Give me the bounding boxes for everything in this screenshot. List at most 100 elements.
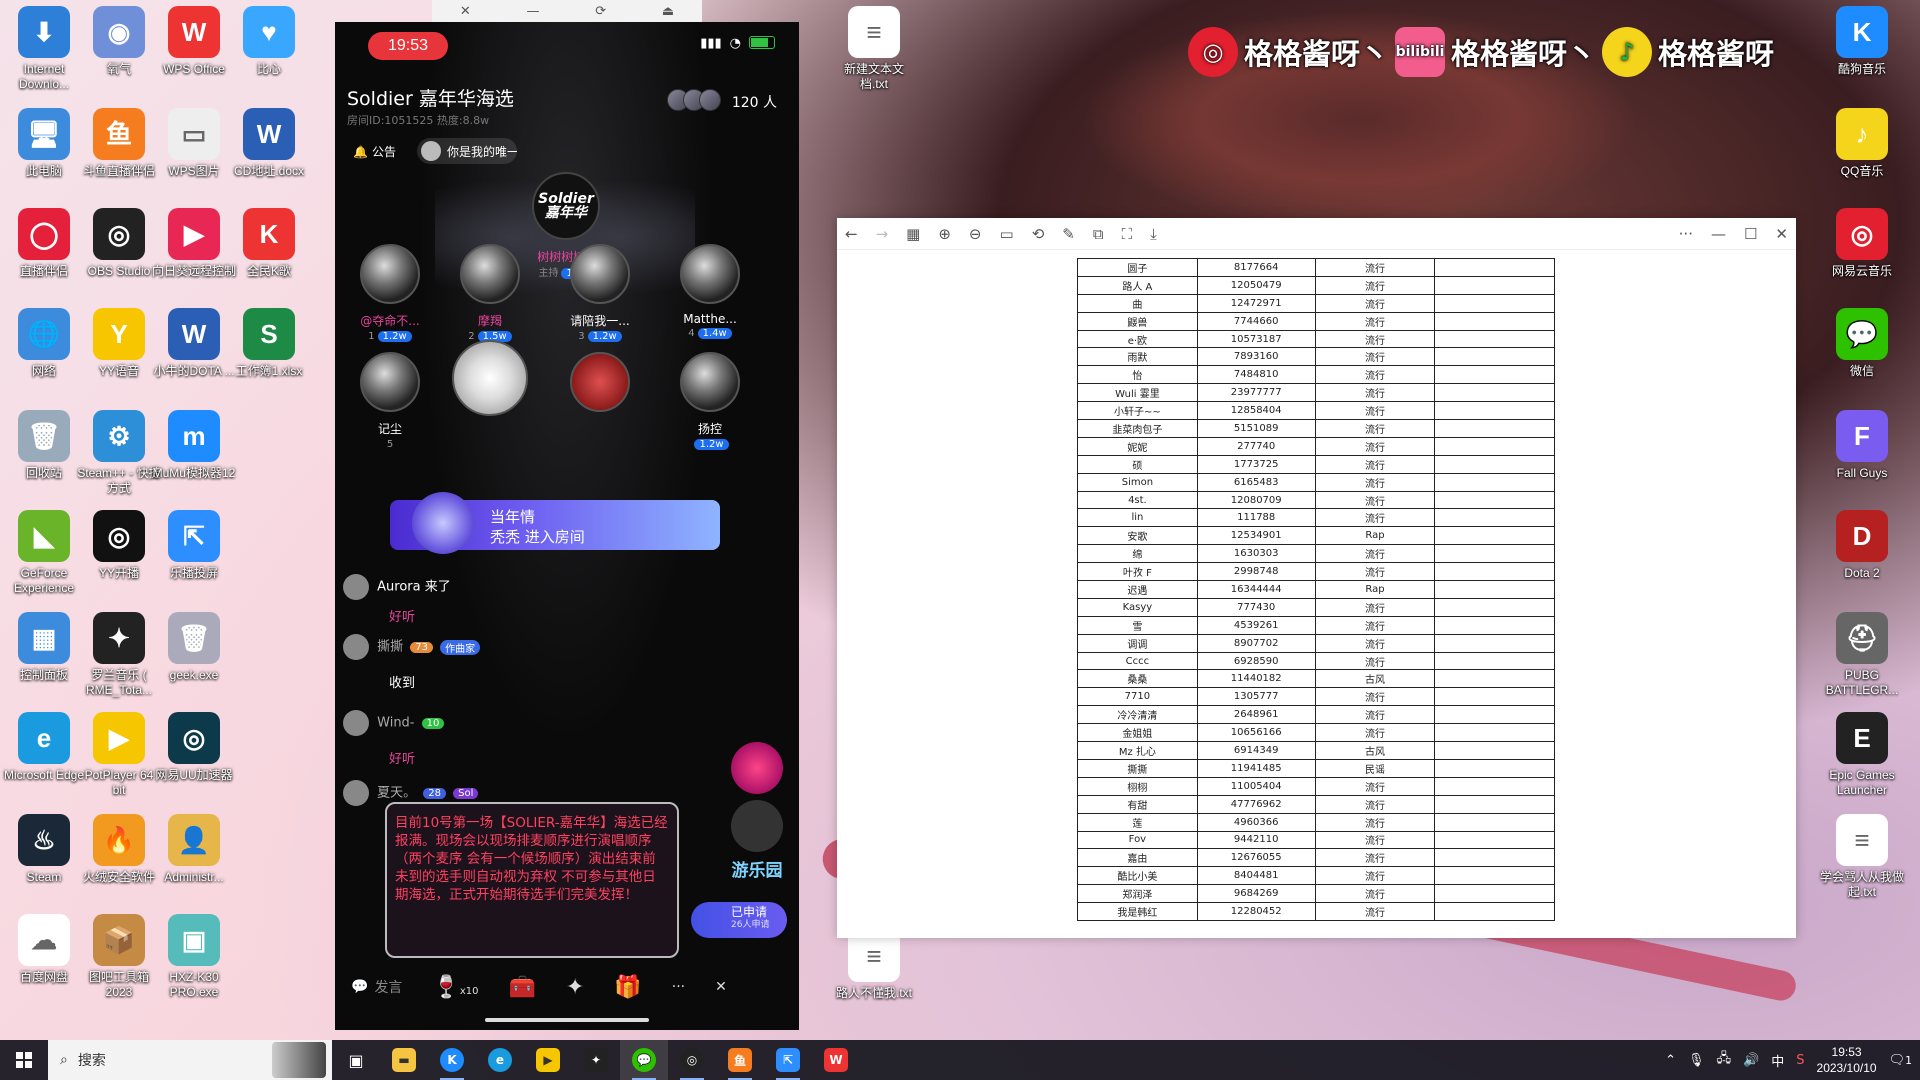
gift-combo-icon[interactable]: 🍷x10 (432, 975, 478, 1000)
zoom-in-icon[interactable]: ⊕ (938, 225, 951, 243)
mic-seat[interactable]: 摩羯 2 1.5w (435, 244, 545, 342)
close-icon[interactable]: ✕ (715, 979, 727, 995)
desktop-icon[interactable]: Y YY语音 (77, 308, 161, 379)
notification-icon[interactable]: 🗨1 (1889, 1053, 1912, 1068)
desktop-icon[interactable]: ≡ 路人不懂我.txt (832, 930, 916, 1001)
desktop-icon[interactable]: ▶ 向日葵远程控制 (152, 208, 236, 279)
potplayer-taskbar-icon[interactable]: ▶ (524, 1040, 572, 1080)
obs-taskbar-icon[interactable]: ◎ (668, 1040, 716, 1080)
desktop-icon[interactable]: F Fall Guys (1820, 410, 1904, 481)
desktop-icon[interactable]: ⚙ Steam++ - 快捷方式 (77, 410, 161, 496)
treasure-icon[interactable]: 🧰 (509, 975, 536, 1000)
desktop-icon[interactable]: W CD地址.docx (227, 108, 311, 179)
grid-view-icon[interactable]: ▦ (906, 225, 920, 243)
crop-icon[interactable]: ⛶ (1122, 225, 1133, 243)
desktop-icon[interactable]: S 工作簿1.xlsx (227, 308, 311, 379)
desktop-icon[interactable]: ◎ 网易云音乐 (1820, 208, 1904, 279)
avatar[interactable] (460, 244, 520, 304)
copy-icon[interactable]: ⧉ (1093, 225, 1104, 243)
desktop-icon[interactable]: 📦 图吧工具箱2023 (77, 914, 161, 1000)
douyu-taskbar-icon[interactable]: 鱼 (716, 1040, 764, 1080)
rotate-icon[interactable]: ⟳ (595, 4, 606, 19)
minimize-icon[interactable]: — (526, 4, 539, 19)
rme-taskbar-icon[interactable]: ✦ (572, 1040, 620, 1080)
close-icon[interactable]: ✕ (460, 4, 471, 19)
back-icon[interactable]: ← (845, 225, 858, 243)
maximize-icon[interactable]: ☐ (1744, 225, 1757, 243)
rotate-icon[interactable]: ⟲ (1032, 225, 1045, 243)
tray-expand-icon[interactable]: ⌃ (1665, 1053, 1676, 1068)
minimize-icon[interactable]: — (1711, 225, 1726, 243)
desktop-icon[interactable]: ✦ 罗兰音乐 ( RME_Tota... (77, 612, 161, 698)
clock[interactable]: 19:53 2023/10/10 (1817, 1044, 1877, 1076)
save-icon[interactable]: ⤓ (1150, 225, 1157, 243)
task-view-button[interactable]: ▣ (332, 1040, 380, 1080)
gift-icon[interactable]: 🎁 (614, 975, 641, 1000)
desktop-icon[interactable]: ◉ 氧气 (77, 6, 161, 77)
desktop-icon[interactable]: K 全民K歌 (227, 208, 311, 279)
desktop-icon[interactable]: ◎ 网易UU加速器 (152, 712, 236, 783)
zoom-out-icon[interactable]: ⊖ (969, 225, 982, 243)
desktop-icon[interactable]: ⬇ Internet Downlo... (2, 6, 86, 92)
desktop-icon[interactable]: ▦ 控制面板 (2, 612, 86, 683)
wechat-taskbar-icon[interactable]: 💬 (620, 1040, 668, 1080)
avatar[interactable] (570, 352, 630, 412)
desktop-icon[interactable]: E Epic Games Launcher (1820, 712, 1904, 798)
avatar[interactable] (360, 244, 420, 304)
desktop-icon[interactable]: 🖥 此电脑 (2, 108, 86, 179)
avatar[interactable] (343, 710, 369, 736)
antivirus-icon[interactable]: S (1796, 1053, 1804, 1068)
desktop-icon[interactable]: ♥ 比心 (227, 6, 311, 77)
edit-icon[interactable]: ✎ (1062, 225, 1075, 243)
forward-icon[interactable]: → (876, 225, 889, 243)
send-message-button[interactable]: 💬 发言 (351, 977, 402, 997)
desktop-icon[interactable]: ☁ 百度网盘 (2, 914, 86, 985)
desktop-icon[interactable]: ♪ QQ音乐 (1820, 108, 1904, 179)
desktop-icon[interactable]: ▣ HXZ-K30 PRO.exe (152, 914, 236, 1000)
desktop-icon[interactable]: ◯ 直播伴侣 (2, 208, 86, 279)
mic-seat[interactable] (435, 340, 545, 416)
desktop-icon[interactable]: ≡ 学会骂人从我做起.txt (1820, 814, 1904, 900)
avatar[interactable] (343, 780, 369, 806)
mic-seat[interactable]: 记尘 5 (335, 352, 445, 450)
now-playing-chip[interactable]: 你是我的唯一 (417, 138, 517, 164)
close-icon[interactable]: ✕ (1775, 225, 1788, 243)
viewer-avatars[interactable] (667, 89, 721, 111)
more-icon[interactable]: ··· (1679, 225, 1693, 243)
avatar[interactable] (343, 634, 369, 660)
mic-seat[interactable]: 扬控 1.2w (655, 352, 765, 450)
fit-icon[interactable]: ▭ (1000, 225, 1014, 243)
event-icon[interactable] (731, 742, 783, 794)
desktop-icon[interactable]: ♨ Steam (2, 814, 86, 885)
desktop-icon[interactable]: m MuMu模拟器12 (152, 410, 236, 481)
mic-seat[interactable]: Matthe... 4 1.4w (655, 244, 765, 339)
desktop-icon[interactable]: 🗑 回收站 (2, 410, 86, 481)
desktop-icon[interactable]: ▭ WPS图片 (152, 108, 236, 179)
desktop-icon[interactable]: ◣ GeForce Experience (2, 510, 86, 596)
desktop-icon[interactable]: D Dota 2 (1820, 510, 1904, 581)
desktop-icon[interactable]: ⇱ 乐播投屏 (152, 510, 236, 581)
desktop-icon[interactable]: K 酷狗音乐 (1820, 6, 1904, 77)
desktop-icon[interactable]: ▶ PotPlayer 64 bit (77, 712, 161, 798)
mic-seat[interactable] (545, 352, 655, 412)
game-icon[interactable] (731, 800, 783, 852)
kugou-taskbar-icon[interactable]: K (428, 1040, 476, 1080)
volume-icon[interactable]: 🔊 (1743, 1053, 1759, 1068)
desktop-icon[interactable]: 鱼斗鱼直播伴侣 (77, 108, 161, 179)
desktop-icon[interactable]: ◎ YY开播 (77, 510, 161, 581)
eject-icon[interactable]: ⏏ (662, 4, 674, 19)
microphone-icon[interactable]: 🎙 (1688, 1053, 1705, 1068)
desktop-icon[interactable]: W WPS Office (152, 6, 236, 77)
desktop-icon[interactable]: 🔥 火绒安全软件 (77, 814, 161, 885)
taskbar-search[interactable]: ⌕ 搜索 (48, 1040, 332, 1080)
mic-seat[interactable]: 请陪我一... 3 1.2w (545, 244, 655, 342)
desktop-icon[interactable]: 👤 Administr... (152, 814, 236, 885)
lebo-taskbar-icon[interactable]: ⇱ (764, 1040, 812, 1080)
wps-taskbar-icon[interactable]: W (812, 1040, 860, 1080)
ime-indicator[interactable]: 中 (1771, 1051, 1784, 1070)
desktop-icon[interactable]: 🗑 geek.exe (152, 612, 236, 683)
avatar[interactable] (680, 352, 740, 412)
notice-button[interactable]: 🔔 公告 (353, 143, 396, 160)
mic-seat[interactable]: @夺命不... 1 1.2w (335, 244, 445, 342)
playground-widget[interactable]: 游乐园 (727, 742, 787, 881)
